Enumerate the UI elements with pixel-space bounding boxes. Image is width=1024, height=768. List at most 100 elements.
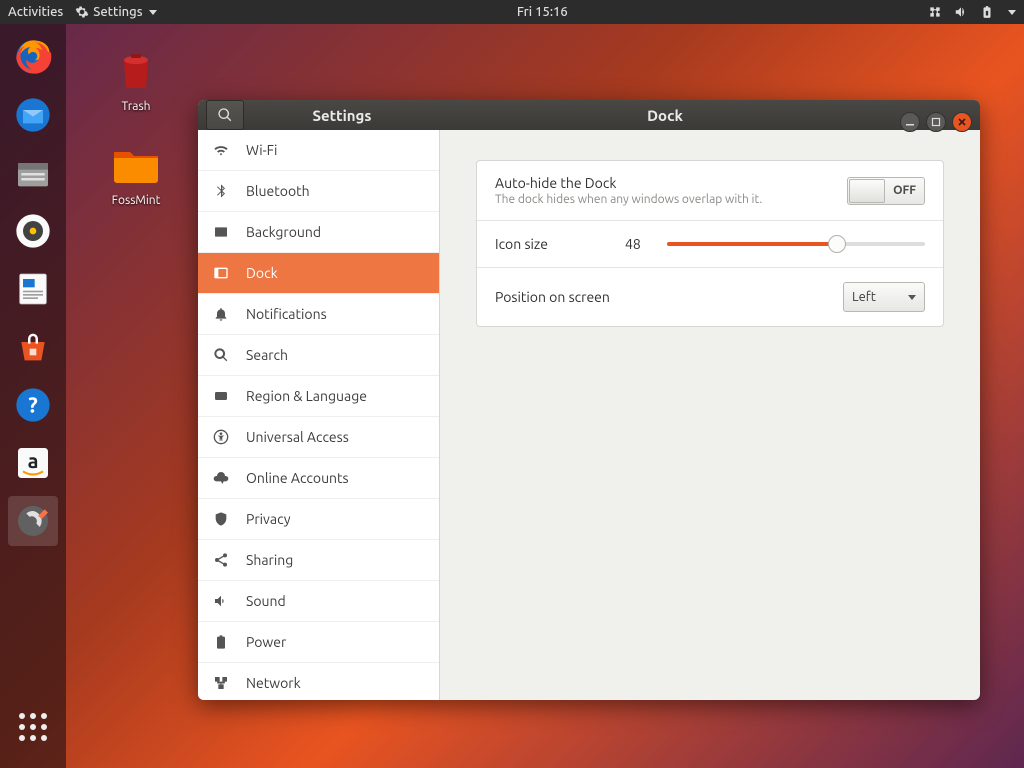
sidebar-item-wifi[interactable]: Wi-Fi [198,130,439,171]
svg-text:a: a [28,449,39,472]
sidebar-item-dock[interactable]: Dock [198,253,439,294]
show-applications[interactable] [8,702,58,752]
launcher-firefox[interactable] [8,32,58,82]
bell-icon [213,306,229,322]
region-icon [213,388,229,404]
sidebar-item-power[interactable]: Power [198,622,439,663]
app-menu[interactable]: Settings [75,5,156,19]
sidebar-label: Online Accounts [246,470,349,486]
top-panel: Activities Settings Fri 15:16 [0,0,1024,24]
clock[interactable]: Fri 15:16 [517,5,568,19]
online-accounts-icon [213,470,229,486]
sidebar-item-online-accounts[interactable]: Online Accounts [198,458,439,499]
network-icon[interactable] [928,5,942,19]
autohide-label: Auto-hide the Dock [495,175,762,191]
maximize-button[interactable] [926,112,946,132]
sidebar-label: Dock [246,265,278,281]
sidebar-item-sharing[interactable]: Sharing [198,540,439,581]
minimize-button[interactable] [900,112,920,132]
sidebar-label: Sound [246,593,286,609]
sidebar-item-bluetooth[interactable]: Bluetooth [198,171,439,212]
titlebar[interactable]: Settings Dock [198,100,980,130]
chevron-down-icon [149,10,157,15]
sidebar-label: Notifications [246,306,327,322]
headerbar-title-main: Dock [440,107,980,124]
desktop-folder-fossmint[interactable]: FossMint [96,136,176,207]
network-icon [213,675,229,691]
sidebar-item-notifications[interactable]: Notifications [198,294,439,335]
svg-text:?: ? [28,394,38,418]
launcher-writer[interactable] [8,264,58,314]
power-icon [213,634,229,650]
bluetooth-icon [213,183,229,199]
dropdown-value: Left [852,290,876,304]
autohide-sublabel: The dock hides when any windows overlap … [495,193,762,206]
sidebar-label: Background [246,224,321,240]
launcher-files[interactable] [8,148,58,198]
dock-panel: Auto-hide the Dock The dock hides when a… [476,160,944,327]
search-icon [213,347,229,363]
privacy-icon [213,511,229,527]
iconsize-value: 48 [625,236,655,252]
search-button[interactable] [206,100,244,130]
slider-thumb[interactable] [828,235,846,253]
sidebar-label: Universal Access [246,429,349,445]
iconsize-slider[interactable] [667,235,925,253]
sidebar-item-universal-access[interactable]: Universal Access [198,417,439,458]
sidebar-item-sound[interactable]: Sound [198,581,439,622]
launcher-system-settings[interactable] [8,496,58,546]
sidebar-item-search[interactable]: Search [198,335,439,376]
sidebar-label: Wi-Fi [246,142,277,158]
dock-icon [213,265,229,281]
search-icon [217,107,233,123]
volume-icon[interactable] [954,5,968,19]
apps-grid-icon [19,713,47,741]
sidebar-label: Bluetooth [246,183,310,199]
sidebar-label: Search [246,347,288,363]
row-position: Position on screen Left [477,268,943,326]
sidebar-item-region[interactable]: Region & Language [198,376,439,417]
sidebar-label: Network [246,675,301,691]
launcher-rhythmbox[interactable] [8,206,58,256]
iconsize-label: Icon size [495,236,625,252]
sidebar-label: Privacy [246,511,290,527]
autohide-switch[interactable]: OFF [847,177,925,205]
switch-state-label: OFF [893,184,916,197]
close-button[interactable] [952,112,972,132]
position-label: Position on screen [495,289,610,305]
settings-window: Settings Dock Wi-Fi Bluetooth Background… [198,100,980,700]
slider-fill [667,242,837,246]
launcher-help[interactable]: ? [8,380,58,430]
row-iconsize: Icon size 48 [477,221,943,268]
app-menu-label: Settings [93,5,142,19]
battery-icon[interactable] [980,5,994,19]
desktop-folder-label: FossMint [96,194,176,207]
row-autohide: Auto-hide the Dock The dock hides when a… [477,161,943,221]
activities-button[interactable]: Activities [8,5,63,19]
headerbar-title-left: Settings [244,107,440,124]
sidebar-item-privacy[interactable]: Privacy [198,499,439,540]
gear-icon [75,5,89,19]
desktop-trash-label: Trash [96,100,176,113]
sidebar-label: Sharing [246,552,293,568]
sound-icon [213,593,229,609]
sidebar-label: Power [246,634,286,650]
sidebar-item-background[interactable]: Background [198,212,439,253]
launcher-thunderbird[interactable] [8,90,58,140]
sidebar-item-network[interactable]: Network [198,663,439,700]
switch-knob [849,179,885,203]
background-icon [213,224,229,240]
launcher-amazon[interactable]: a [8,438,58,488]
sharing-icon [213,552,229,568]
settings-content: Auto-hide the Dock The dock hides when a… [440,130,980,700]
launcher-dock: ? a [0,24,66,768]
position-dropdown[interactable]: Left [843,282,925,312]
chevron-down-icon [908,295,916,300]
sidebar-label: Region & Language [246,388,367,404]
launcher-software[interactable] [8,322,58,372]
settings-sidebar: Wi-Fi Bluetooth Background Dock Notifica… [198,130,440,700]
wifi-icon [213,142,229,158]
accessibility-icon [213,429,229,445]
system-menu-chevron-icon[interactable] [1008,10,1016,15]
desktop-trash[interactable]: Trash [96,42,176,113]
